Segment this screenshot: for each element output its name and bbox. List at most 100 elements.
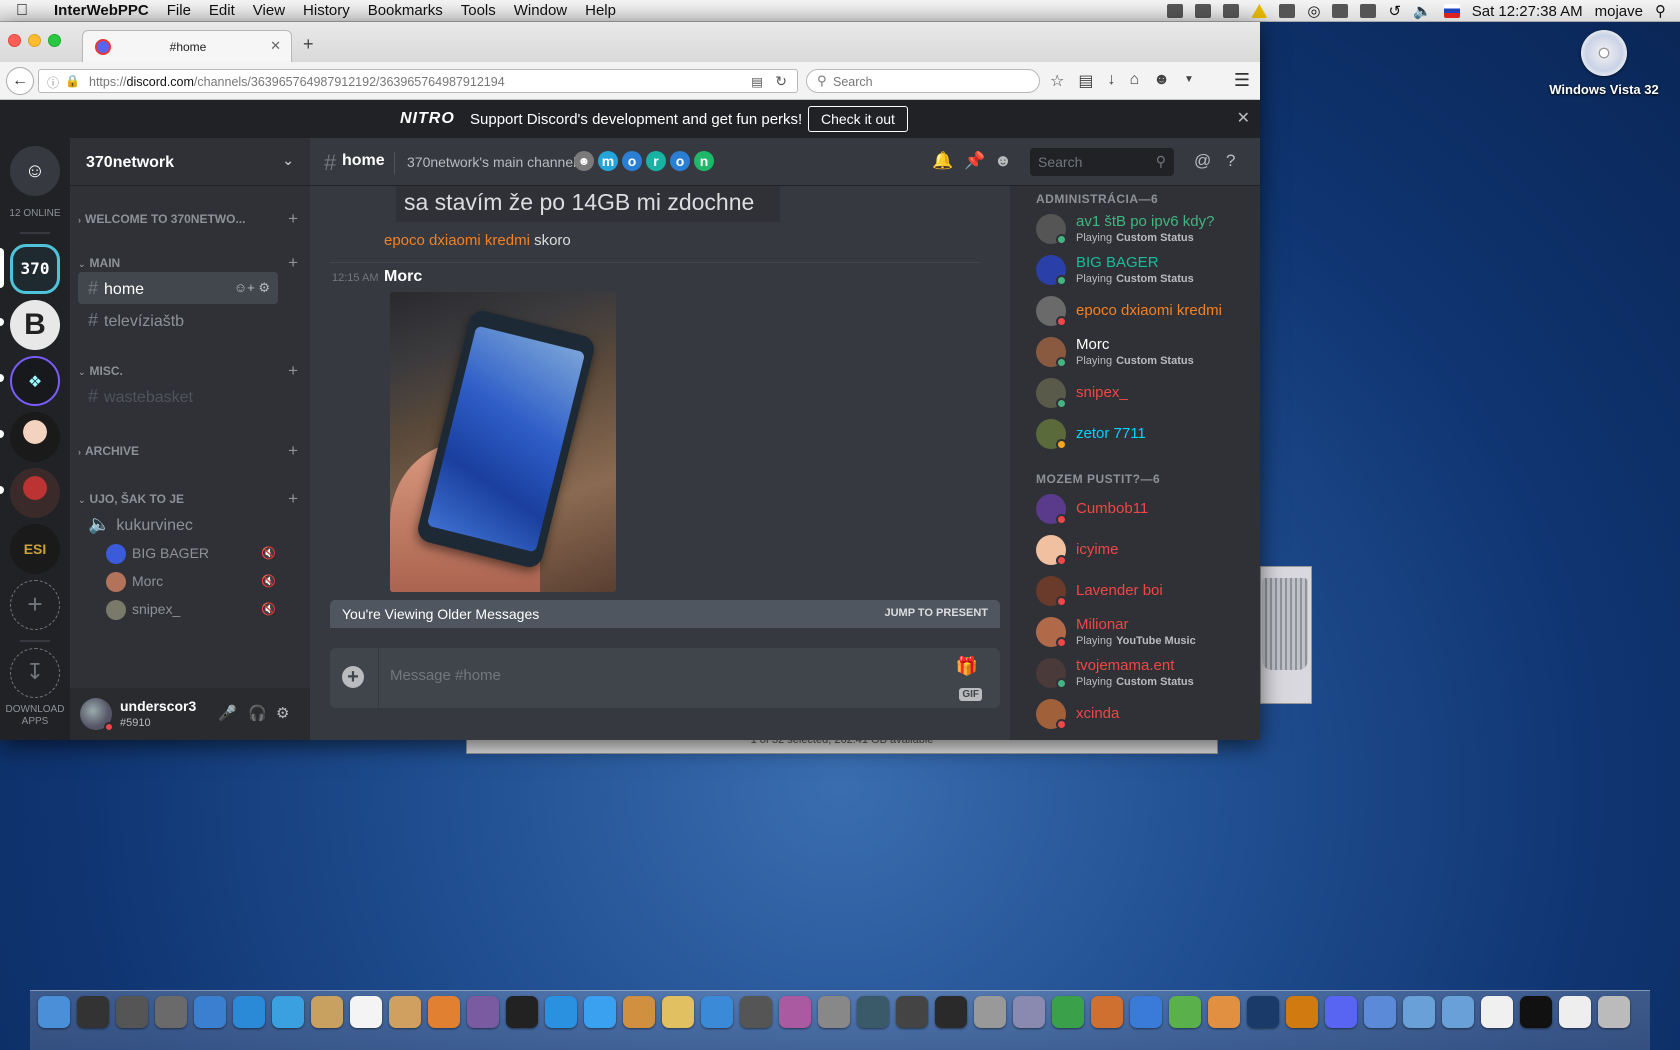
members-list-icon[interactable]: ☻ xyxy=(994,151,1012,171)
tab-home[interactable]: #home ✕ xyxy=(82,30,292,62)
chart-icon[interactable] xyxy=(1052,996,1084,1028)
disk-utility-icon[interactable] xyxy=(974,996,1006,1028)
menu-extra-icon[interactable] xyxy=(1167,4,1184,18)
user-settings-gear-icon[interactable]: ⚙ xyxy=(276,704,289,722)
voice-user[interactable]: Morc 🔇 xyxy=(106,568,276,594)
dvd-player-icon[interactable] xyxy=(506,996,538,1028)
home-icon[interactable]: ⌂ xyxy=(1129,71,1139,91)
invite-icon[interactable]: ☺+ xyxy=(234,280,255,295)
add-channel-icon[interactable]: + xyxy=(288,489,298,509)
close-banner-icon[interactable]: ✕ xyxy=(1237,108,1250,128)
display-icon[interactable] xyxy=(1332,4,1349,18)
upload-plus-icon[interactable]: + xyxy=(342,666,364,688)
torrent-icon[interactable] xyxy=(1481,996,1513,1028)
photo-browser-icon[interactable] xyxy=(155,996,187,1028)
photos-icon[interactable] xyxy=(389,996,421,1028)
member-item[interactable]: zetor 7711 xyxy=(1036,415,1256,455)
zoom-window-button[interactable] xyxy=(48,34,61,47)
nitro-check-it-out-button[interactable]: Check it out xyxy=(808,106,908,132)
notification-bell-icon[interactable]: 🔔 xyxy=(932,151,953,171)
monitor-icon[interactable] xyxy=(1279,4,1296,18)
time-machine-icon[interactable] xyxy=(857,996,889,1028)
server-header[interactable]: 370network ⌄ xyxy=(70,138,310,186)
reader-view-icon[interactable]: ▤ xyxy=(751,74,763,89)
time-machine-icon[interactable]: ↺ xyxy=(1388,2,1401,20)
guild-anime-avatar[interactable] xyxy=(10,412,60,462)
reload-icon[interactable]: ↻ xyxy=(775,73,787,90)
menu-file[interactable]: File xyxy=(167,2,191,19)
safari-icon[interactable] xyxy=(233,996,265,1028)
contacts-icon[interactable] xyxy=(311,996,343,1028)
back-button[interactable]: ← xyxy=(6,67,34,95)
folder-icon[interactable] xyxy=(662,996,694,1028)
category-archive[interactable]: › ARCHIVE + xyxy=(78,441,298,461)
jump-to-present-button[interactable]: JUMP TO PRESENT xyxy=(884,607,988,619)
gift-icon[interactable]: 🎁 xyxy=(956,656,978,677)
terminal-icon[interactable] xyxy=(1520,996,1552,1028)
category-welcome[interactable]: › WELCOME TO 370NETWO... + xyxy=(78,209,298,228)
guild-dark[interactable]: ESI xyxy=(10,524,60,574)
channel-home[interactable]: # home ☺+ ⚙ xyxy=(78,272,278,304)
member-item[interactable]: Cumbob11 xyxy=(1036,490,1256,530)
download-icon[interactable]: ↓ xyxy=(1107,71,1115,91)
member-item[interactable]: snipex_ xyxy=(1036,374,1256,414)
guild-370network[interactable]: 370 xyxy=(10,244,60,294)
menubar-user[interactable]: mojave xyxy=(1595,3,1643,20)
mentions-icon[interactable]: @ xyxy=(1194,151,1211,171)
close-tab-icon[interactable]: ✕ xyxy=(270,38,281,54)
clapper-icon[interactable] xyxy=(896,996,928,1028)
category-ujo[interactable]: ⌄ UJO, ŠAK TO JE + xyxy=(78,489,298,509)
message-image-attachment[interactable] xyxy=(390,292,616,592)
dropdown-icon[interactable]: ▼ xyxy=(1184,74,1194,91)
category-main[interactable]: ⌄ MAIN + xyxy=(78,253,298,272)
pin-icon[interactable]: 📌 xyxy=(964,151,985,171)
preview-icon[interactable] xyxy=(194,996,226,1028)
member-item[interactable]: Morc Playing Custom Status xyxy=(1036,333,1256,373)
xcode-icon[interactable] xyxy=(701,996,733,1028)
tool-icon[interactable] xyxy=(1169,996,1201,1028)
add-channel-icon[interactable]: + xyxy=(288,441,298,461)
iphoto-icon[interactable] xyxy=(428,996,460,1028)
menu-tools[interactable]: Tools xyxy=(461,2,496,19)
video-icon[interactable] xyxy=(935,996,967,1028)
guild-b[interactable]: B xyxy=(10,300,60,350)
menu-edit[interactable]: Edit xyxy=(209,2,235,19)
download-apps-button[interactable]: ↧ xyxy=(10,648,60,698)
guild-prism[interactable]: ❖ xyxy=(10,356,60,406)
dropbox-icon[interactable] xyxy=(1223,4,1240,18)
new-tab-button[interactable]: + xyxy=(303,34,314,55)
voice-channel-kukurvinec[interactable]: 🔈 kukurvinec xyxy=(78,508,278,540)
bookmark-star-icon[interactable]: ☆ xyxy=(1050,71,1064,91)
guild-red-avatar[interactable] xyxy=(10,468,60,518)
menu-help[interactable]: Help xyxy=(585,2,616,19)
channel-televiziastb[interactable]: # televíziaštb xyxy=(78,304,278,336)
discord-icon[interactable] xyxy=(1325,996,1357,1028)
category-misc[interactable]: ⌄ MISC. + xyxy=(78,361,298,380)
keynote-icon[interactable] xyxy=(1091,996,1123,1028)
gif-button[interactable]: GIF xyxy=(959,688,982,701)
info-icon[interactable]: ⓘ xyxy=(47,74,59,91)
warning-icon[interactable] xyxy=(1251,4,1268,18)
add-server-button[interactable]: + xyxy=(10,580,60,630)
close-window-button[interactable] xyxy=(8,34,21,47)
member-item[interactable]: Milionar Playing YouTube Music xyxy=(1036,613,1256,653)
music-icon[interactable] xyxy=(584,996,616,1028)
app-menu[interactable]: InterWebPPC xyxy=(54,2,149,19)
input-source-flag-icon[interactable] xyxy=(1443,4,1460,18)
chat-search-input[interactable]: Search ⚲ xyxy=(1030,148,1174,176)
app-icon[interactable] xyxy=(1208,996,1240,1028)
member-item[interactable]: av1 štB po ipv6 kdy? Playing Custom Status xyxy=(1036,210,1256,250)
mission-control-icon[interactable] xyxy=(116,996,148,1028)
itunes-icon[interactable] xyxy=(545,996,577,1028)
help-icon[interactable]: ? xyxy=(1226,151,1235,171)
apple-menu-icon[interactable]:  xyxy=(16,2,44,20)
word-icon[interactable] xyxy=(1130,996,1162,1028)
system-prefs-icon[interactable] xyxy=(818,996,850,1028)
extension-icon[interactable]: ☻ xyxy=(1153,71,1170,91)
finalcut-icon[interactable] xyxy=(740,996,772,1028)
settings-gear-icon[interactable]: ⚙ xyxy=(258,280,270,295)
applications-folder-icon[interactable] xyxy=(1403,996,1435,1028)
deafen-headphones-icon[interactable]: 🎧 xyxy=(248,704,267,722)
hamburger-menu-icon[interactable]: ☰ xyxy=(1234,70,1250,91)
voice-user[interactable]: BIG BAGER 🔇 xyxy=(106,540,276,566)
